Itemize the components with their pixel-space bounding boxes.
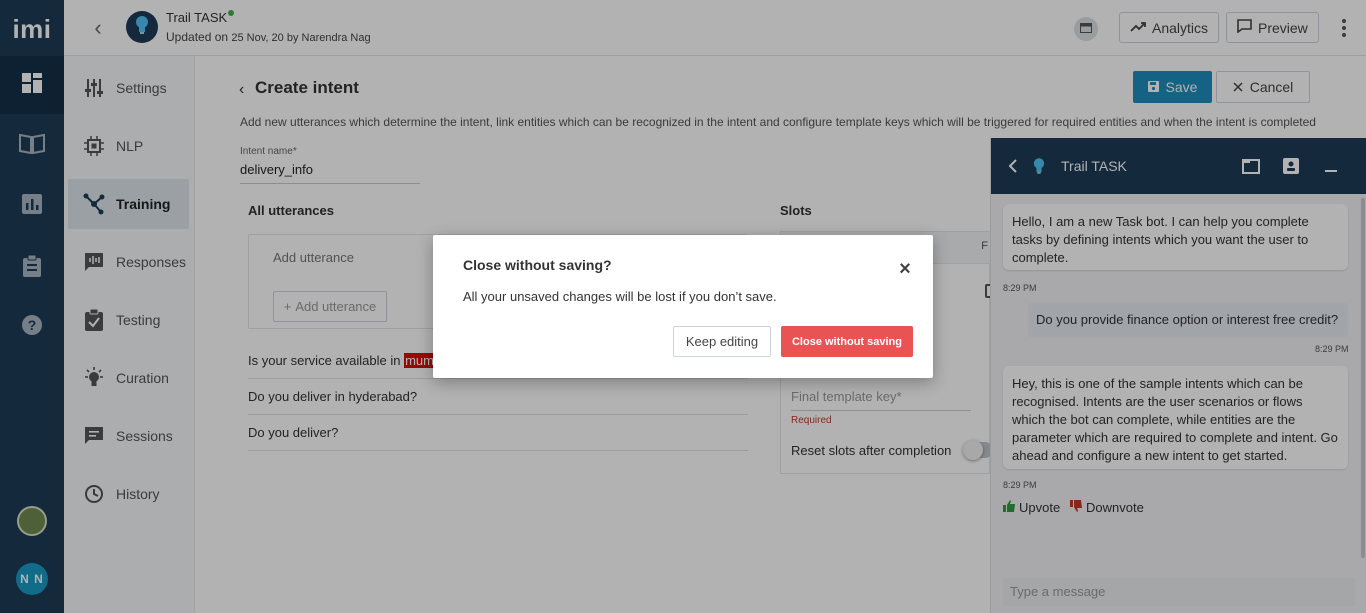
close-without-saving-button[interactable]: Close without saving bbox=[781, 326, 913, 357]
dialog-title: Close without saving? bbox=[463, 257, 612, 273]
dialog-message: All your unsaved changes will be lost if… bbox=[463, 289, 777, 304]
close-without-saving-dialog: Close without saving? × All your unsaved… bbox=[433, 235, 933, 378]
dialog-close-icon[interactable]: × bbox=[896, 259, 914, 279]
keep-editing-button[interactable]: Keep editing bbox=[673, 326, 771, 357]
